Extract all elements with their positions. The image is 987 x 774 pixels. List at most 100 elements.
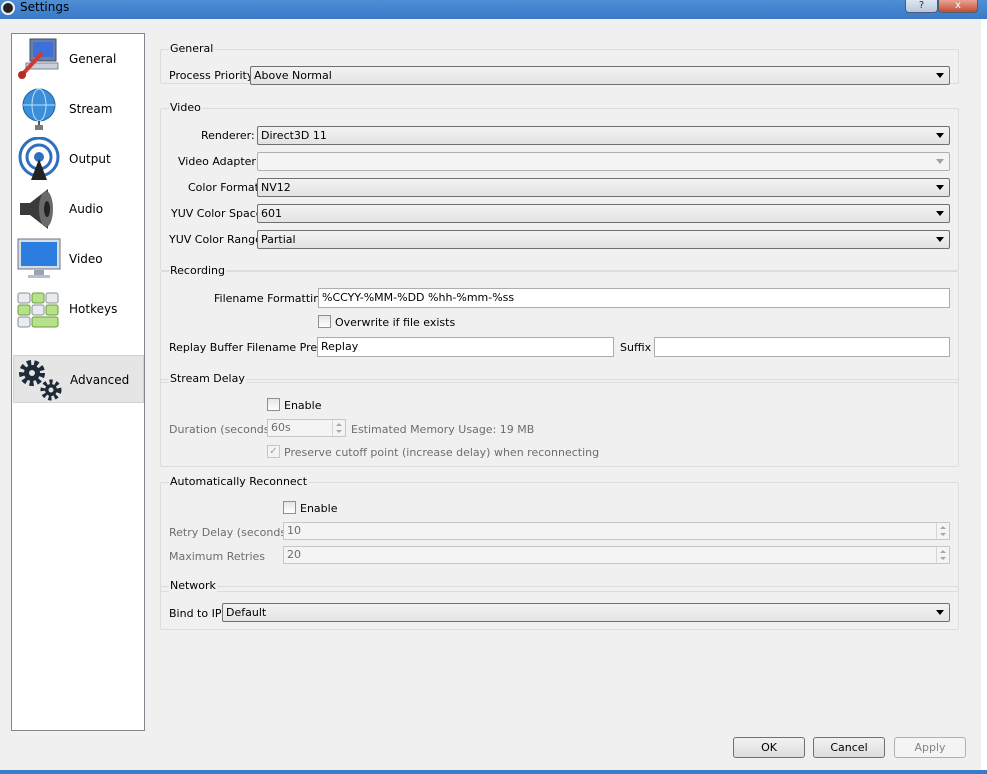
auto-reconnect-group-title: Automatically Reconnect [169, 475, 309, 488]
speaker-icon [20, 189, 53, 229]
sidebar-item-video[interactable]: Video [13, 235, 144, 283]
auto-reconnect-group: Automatically Reconnect Enable Retry Del… [160, 475, 959, 592]
sidebar-item-hotkeys[interactable]: Hotkeys [13, 285, 144, 333]
sidebar-item-advanced[interactable]: Advanced [13, 355, 144, 403]
sidebar-item-audio[interactable]: Audio [13, 185, 144, 233]
sidebar-item-general[interactable]: General [13, 35, 144, 83]
replay-prefix-input[interactable]: Replay [317, 337, 614, 357]
recording-group-title: Recording [169, 264, 227, 277]
suffix-input[interactable] [654, 337, 950, 357]
recording-group: Recording Filename Formatting %CCYY-%MM-… [160, 264, 959, 383]
ok-button[interactable]: OK [733, 737, 805, 758]
memory-usage-label: Estimated Memory Usage: 19 MB [351, 423, 535, 436]
replay-prefix-label: Replay Buffer Filename Prefix [169, 341, 331, 354]
video-adapter-select[interactable] [257, 152, 950, 171]
window-bottom-edge [0, 770, 987, 774]
auto-reconnect-enable-checkbox[interactable] [283, 501, 296, 514]
keyboard-icon [17, 292, 59, 328]
dropdown-arrow-icon [936, 159, 944, 164]
yuv-color-range-value: Partial [261, 233, 296, 246]
stream-globe-icon [22, 88, 56, 130]
preserve-cutoff-checkbox[interactable]: ✓ [267, 445, 280, 458]
spin-buttons[interactable] [936, 547, 949, 563]
filename-formatting-label: Filename Formatting [214, 292, 328, 305]
output-broadcast-icon [18, 137, 60, 180]
bind-ip-select[interactable]: Default [222, 603, 950, 622]
window-title: Settings [20, 0, 70, 14]
max-retries-label: Maximum Retries [169, 550, 266, 563]
stream-delay-enable-label: Enable [284, 399, 322, 412]
dropdown-arrow-icon [936, 185, 944, 190]
max-retries-spinbox[interactable]: 20 [283, 546, 950, 564]
app-logo-icon [1, 1, 15, 15]
dropdown-arrow-icon [936, 610, 944, 615]
process-priority-label: Process Priority [169, 69, 254, 82]
dropdown-arrow-icon [936, 73, 944, 78]
general-group-title: General [169, 42, 215, 55]
bind-ip-label: Bind to IP [169, 607, 222, 620]
spin-buttons[interactable] [332, 420, 345, 436]
renderer-select[interactable]: Direct3D 11 [257, 126, 950, 145]
overwrite-label: Overwrite if file exists [335, 316, 456, 329]
gears-icon [19, 360, 62, 401]
color-format-label: Color Format [188, 181, 259, 194]
spin-down-icon [940, 557, 946, 560]
yuv-color-range-label: YUV Color Range [169, 233, 262, 246]
process-priority-value: Above Normal [254, 69, 332, 82]
general-icon [18, 38, 59, 79]
sidebar-item-label: Hotkeys [69, 302, 118, 316]
spin-up-icon [940, 526, 946, 529]
yuv-color-space-select[interactable]: 601 [257, 204, 950, 223]
process-priority-select[interactable]: Above Normal [250, 66, 950, 85]
renderer-label: Renderer: [201, 129, 255, 142]
spin-down-icon [336, 430, 342, 433]
close-button[interactable]: x [938, 0, 978, 13]
sidebar-item-label: General [69, 52, 117, 66]
video-group-title: Video [169, 101, 202, 114]
duration-spinbox[interactable]: 60s [267, 419, 346, 437]
sidebar-item-label: Output [69, 152, 111, 166]
dropdown-arrow-icon [936, 133, 944, 138]
monitor-icon [17, 238, 61, 278]
sidebar-item-label: Advanced [70, 373, 130, 387]
suffix-label: Suffix [620, 341, 652, 354]
help-button[interactable]: ? [905, 0, 938, 13]
color-format-value: NV12 [261, 181, 291, 194]
spin-up-icon [336, 423, 342, 426]
spin-up-icon [940, 550, 946, 553]
retry-delay-value: 10 [287, 524, 301, 537]
network-group: Network Bind to IP Default [160, 579, 959, 630]
sidebar-item-output[interactable]: Output [13, 135, 144, 183]
spin-down-icon [940, 533, 946, 536]
duration-label: Duration (seconds) [169, 423, 274, 436]
stream-delay-group: Stream Delay Enable Duration (seconds) 6… [160, 372, 959, 467]
renderer-value: Direct3D 11 [261, 129, 327, 142]
spin-buttons[interactable] [936, 523, 949, 539]
retry-delay-spinbox[interactable]: 10 [283, 522, 950, 540]
retry-delay-label: Retry Delay (seconds) [169, 526, 291, 539]
general-group: General Process Priority Above Normal [160, 42, 959, 85]
window-right-edge [981, 19, 987, 774]
stream-delay-enable-checkbox[interactable] [267, 398, 280, 411]
apply-button[interactable]: Apply [894, 737, 966, 758]
dropdown-arrow-icon [936, 237, 944, 242]
sidebar-item-stream[interactable]: Stream [13, 85, 144, 133]
yuv-color-range-select[interactable]: Partial [257, 230, 950, 249]
overwrite-checkbox[interactable] [318, 315, 331, 328]
color-format-select[interactable]: NV12 [257, 178, 950, 197]
duration-value: 60s [271, 421, 291, 434]
settings-window: General Stream Output Audio Video Hotkey… [0, 19, 981, 770]
sidebar-item-label: Audio [69, 202, 104, 216]
video-group: Video Renderer: Direct3D 11 Video Adapte… [160, 101, 959, 271]
auto-reconnect-enable-label: Enable [300, 502, 338, 515]
title-bar: Settings ? x [0, 0, 987, 19]
video-adapter-label: Video Adapter: [178, 155, 260, 168]
max-retries-value: 20 [287, 548, 301, 561]
bind-ip-value: Default [226, 606, 267, 619]
yuv-color-space-value: 601 [261, 207, 282, 220]
stream-delay-group-title: Stream Delay [169, 372, 246, 385]
filename-formatting-input[interactable]: %CCYY-%MM-%DD %hh-%mm-%ss [318, 288, 950, 308]
sidebar-item-label: Video [69, 252, 103, 266]
settings-sidebar: General Stream Output Audio Video Hotkey… [11, 33, 145, 731]
cancel-button[interactable]: Cancel [813, 737, 885, 758]
